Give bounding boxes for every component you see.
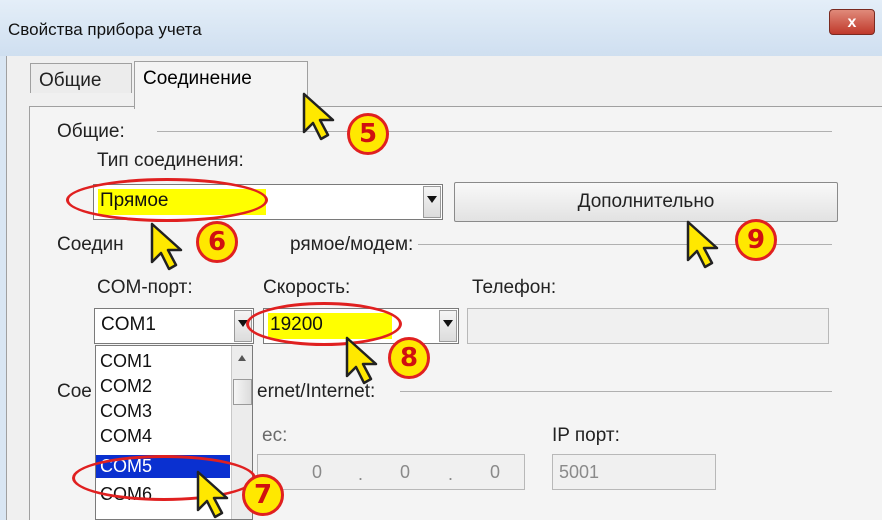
close-button[interactable]: x (829, 9, 875, 35)
list-item[interactable]: COM4 (96, 425, 230, 448)
properties-window: Свойства прибора учета x Общие Соединени… (0, 0, 882, 520)
cursor-arrow-icon (196, 470, 229, 519)
step-badge: 5 (347, 113, 389, 155)
ip-octet: 0 (400, 462, 411, 482)
step-badge: 6 (196, 221, 238, 263)
ip-octet: 0 (490, 462, 501, 482)
chevron-down-icon[interactable] (423, 186, 441, 218)
general-group-label: Общие: (57, 121, 125, 142)
ip-address-field[interactable]: 0 . 0 . 0 (257, 454, 525, 490)
step-badge: 8 (388, 337, 430, 379)
phone-label: Телефон: (472, 277, 557, 298)
step-badge: 9 (735, 219, 777, 261)
phone-field[interactable] (467, 308, 829, 344)
ip-dot: . (358, 464, 364, 484)
cursor-arrow-icon (150, 222, 183, 271)
step-badge: 7 (242, 474, 284, 516)
chevron-up-icon[interactable] (238, 355, 246, 361)
cursor-arrow-icon (345, 336, 378, 385)
chevron-down-icon[interactable] (439, 310, 457, 342)
ip-octet: 0 (312, 462, 323, 482)
tab-general[interactable]: Общие (30, 63, 132, 93)
group-divider (157, 131, 832, 132)
annotation-ring (66, 178, 268, 222)
tab-connection[interactable]: Соединение (134, 61, 308, 109)
title-bar: Свойства прибора учета x (0, 0, 882, 56)
ip-port-field[interactable]: 5001 (552, 454, 716, 490)
com-port-value: COM1 (101, 314, 156, 335)
list-item[interactable]: COM3 (96, 400, 230, 423)
internet-group-label-start: Сое (57, 381, 92, 402)
cursor-arrow-icon (302, 92, 335, 141)
window-title: Свойства прибора учета (8, 20, 202, 39)
ip-dot: . (448, 464, 454, 484)
list-item[interactable]: COM1 (96, 350, 230, 373)
cursor-arrow-icon (686, 220, 719, 269)
direct-group-label-start: Соедин (57, 234, 124, 255)
ip-port-label: IP порт: (552, 425, 620, 446)
ip-address-label: ес: (262, 425, 288, 446)
group-divider (400, 391, 832, 392)
list-item[interactable]: COM2 (96, 375, 230, 398)
scrollbar-thumb[interactable] (233, 379, 252, 405)
com-port-label: COM-порт: (97, 277, 193, 298)
com-port-select[interactable]: COM1 (94, 308, 254, 344)
extra-settings-button[interactable]: Дополнительно (454, 182, 838, 222)
conn-type-label: Тип соединения: (97, 150, 244, 171)
direct-group-label-end: рямое/модем: (290, 234, 414, 255)
ip-port-value: 5001 (559, 462, 600, 482)
speed-label: Скорость: (263, 277, 351, 298)
